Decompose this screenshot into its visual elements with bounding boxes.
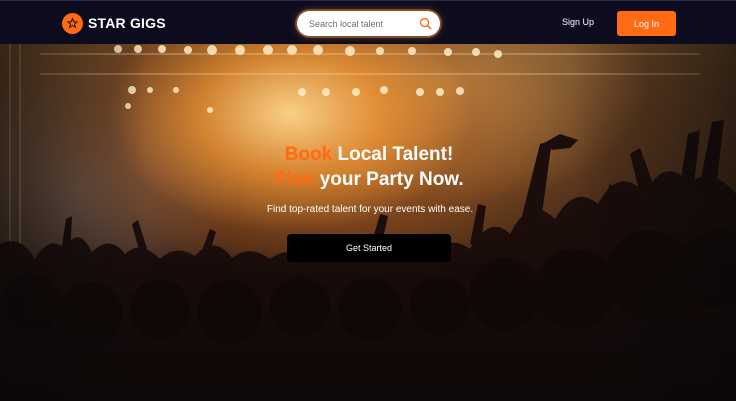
headline-line-1: Book Local Talent! (2, 142, 736, 167)
brand-logo[interactable]: STAR GIGS (62, 12, 166, 34)
signup-link[interactable]: Sign Up (562, 17, 594, 27)
headline-accent-book: Book (284, 144, 333, 165)
headline-accent-plan: Plan (274, 169, 315, 190)
headline-text-2: your Party Now. (319, 169, 464, 190)
landing-page: STAR GIGS Sign Up Log In Book Local Tale… (0, 0, 736, 401)
stage-lights (114, 45, 502, 113)
search-input[interactable] (297, 11, 415, 36)
login-button[interactable]: Log In (617, 11, 676, 36)
headline-text-1: Local Talent! (337, 144, 454, 165)
hero-headline: Book Local Talent! Plan your Party Now. (0, 142, 736, 192)
hero-subtext: Find top-rated talent for your events wi… (266, 204, 474, 215)
get-started-button[interactable]: Get Started (287, 234, 451, 262)
search-icon[interactable] (419, 17, 432, 30)
brand-name: STAR GIGS (88, 15, 166, 31)
top-navbar: STAR GIGS Sign Up Log In (0, 0, 736, 44)
search-bar (297, 11, 440, 36)
star-logo-icon (62, 12, 83, 34)
headline-line-2: Plan your Party Now. (2, 167, 736, 192)
concert-crowd-illustration (0, 44, 736, 401)
